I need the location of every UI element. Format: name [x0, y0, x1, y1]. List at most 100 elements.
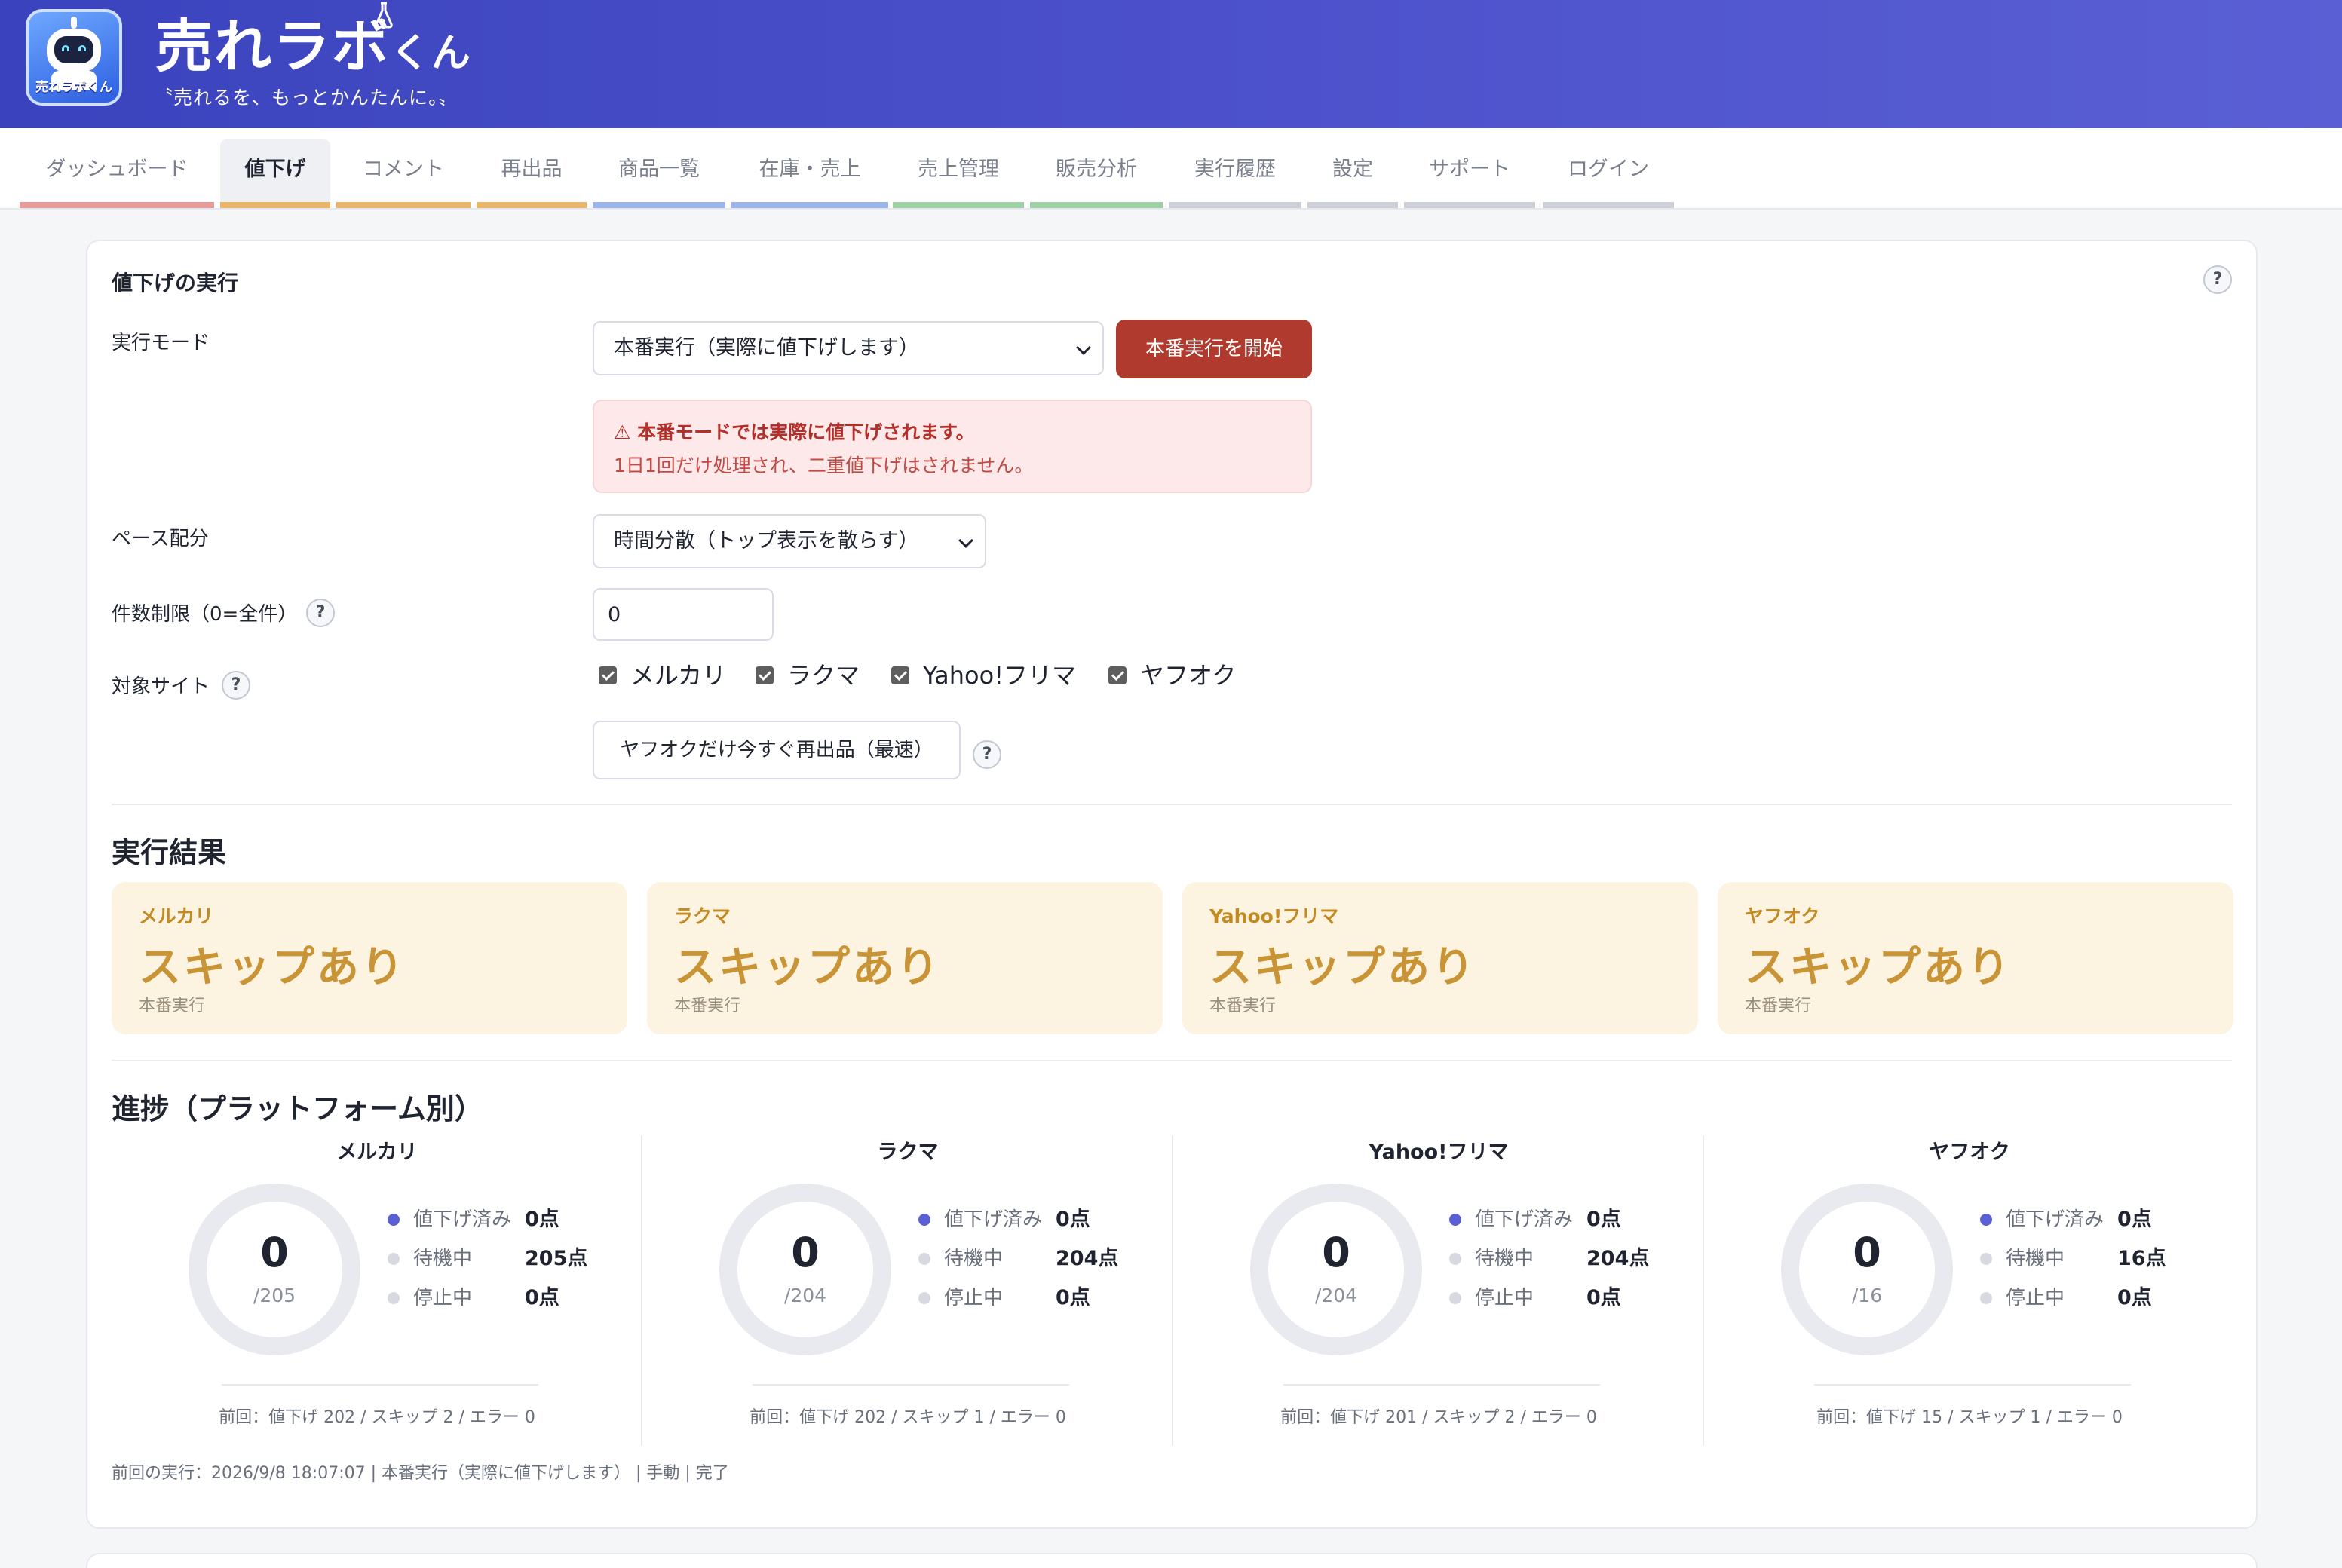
- legend-row-done: 値下げ済み 0点: [1980, 1206, 2206, 1233]
- site-checkbox-label: Yahoo!フリマ: [923, 661, 1077, 690]
- tab-label: 販売分析: [1056, 158, 1137, 181]
- logo-label: 売れラボくん: [35, 80, 112, 95]
- tab-sales-analysis[interactable]: 販売分析: [1030, 139, 1163, 208]
- result-tile-rakuma: ラクマ スキップあり 本番実行: [647, 882, 1163, 1034]
- progress-donut: 0 /204: [1249, 1182, 1424, 1357]
- legend-row-stopped: 停止中 0点: [1449, 1285, 1675, 1312]
- warning-body: 1日1回だけ処理され、二重値下げはされません。: [614, 455, 1034, 476]
- tab-stock-sales[interactable]: 在庫・売上: [731, 139, 888, 208]
- result-mode: 本番実行: [139, 997, 206, 1015]
- site-checkbox-yahoo-auction[interactable]: ヤフオク: [1108, 660, 1244, 691]
- main-tab-bar: ダッシュボード 値下げ コメント 再出品 商品一覧 在庫・売上 売上管理 販売分…: [0, 128, 2342, 210]
- legend-value: 0点: [1586, 1208, 1621, 1231]
- result-platform: ラクマ: [674, 905, 731, 927]
- legend-value: 0点: [1056, 1286, 1090, 1309]
- section-divider: [112, 1060, 2232, 1061]
- tab-label: ダッシュボード: [45, 158, 189, 181]
- card-help-button[interactable]: ?: [2203, 265, 2232, 294]
- legend-value: 0点: [1586, 1286, 1621, 1309]
- progress-total-count: /205: [253, 1285, 296, 1306]
- legend-value: 0点: [2117, 1286, 2152, 1309]
- tab-label: コメント: [363, 158, 444, 181]
- mode-select[interactable]: 本番実行（実際に値下げします）: [593, 321, 1104, 375]
- progress-total-count: /204: [783, 1285, 827, 1306]
- mode-label: 実行モード: [112, 332, 210, 354]
- flask-icon: [375, 2, 393, 29]
- legend-value: 0点: [1056, 1208, 1090, 1231]
- tab-relist[interactable]: 再出品: [477, 139, 587, 208]
- robot-logo-icon[interactable]: 売れラボくん: [26, 9, 122, 106]
- legend-key: 停止中: [1475, 1287, 1534, 1309]
- site-checkbox-mercari[interactable]: メルカリ: [599, 660, 734, 691]
- legend-value: 16点: [2117, 1247, 2166, 1270]
- execute-section-title: 値下げの実行: [112, 271, 239, 296]
- tab-label: 商品一覧: [618, 158, 700, 181]
- app-title: 売れラボくん: [155, 11, 472, 90]
- legend-key: 停止中: [413, 1287, 473, 1309]
- legend-row-stopped: 停止中 0点: [1980, 1285, 2206, 1312]
- progress-column-yahoo-flea: Yahoo!フリマ 0 /204 値下げ済み 0点 待機中 204点 停止中 0点 前…: [1173, 1135, 1704, 1446]
- result-status: スキップあり: [1209, 943, 1476, 992]
- progress-platform-name: ラクマ: [877, 1141, 939, 1164]
- progress-donut: 0 /205: [187, 1182, 362, 1357]
- result-tile-yahoo-flea: Yahoo!フリマ スキップあり 本番実行: [1182, 882, 1698, 1034]
- tab-history[interactable]: 実行履歴: [1169, 139, 1301, 208]
- progress-column-mercari: メルカリ 0 /205 値下げ済み 0点 待機中 205点 停止中 0点 前回：値下げ…: [112, 1135, 642, 1446]
- tab-support[interactable]: サポート: [1404, 139, 1535, 208]
- sites-help-button[interactable]: ?: [222, 671, 250, 700]
- tab-label: 再出品: [501, 158, 563, 181]
- legend-row-stopped: 停止中 0点: [918, 1285, 1145, 1312]
- tab-settings[interactable]: 設定: [1307, 139, 1398, 208]
- tab-price-down[interactable]: 値下げ: [220, 139, 330, 208]
- app-tagline: 〝売れるを、もっとかんたんに。〟: [154, 87, 458, 109]
- result-mode: 本番実行: [1745, 997, 1812, 1015]
- legend-key: 停止中: [944, 1287, 1004, 1309]
- progress-total-count: /204: [1314, 1285, 1358, 1306]
- relist-help-button[interactable]: ?: [973, 740, 1001, 769]
- legend-value: 0点: [525, 1286, 559, 1309]
- start-production-button[interactable]: 本番実行を開始: [1116, 320, 1312, 378]
- checkbox-checked-icon: [599, 666, 617, 684]
- app-header: 売れラボくん 売れラボくん 〝売れるを、もっとかんたんに。〟: [0, 0, 2342, 128]
- chevron-down-icon: [1076, 340, 1091, 355]
- result-platform: ヤフオク: [1745, 905, 1820, 927]
- legend-row-stopped: 停止中 0点: [388, 1285, 614, 1312]
- limit-help-button[interactable]: ?: [306, 599, 335, 627]
- tab-dashboard[interactable]: ダッシュボード: [20, 139, 214, 208]
- previous-result: 前回：値下げ 15 / スキップ 1 / エラー 0: [1816, 1408, 2123, 1427]
- progress-done-count: 0: [1853, 1229, 1881, 1276]
- progress-platform-name: メルカリ: [336, 1141, 418, 1164]
- site-checkbox-label: ラクマ: [787, 661, 860, 690]
- progress-platform-name: Yahoo!フリマ: [1369, 1141, 1509, 1164]
- legend-key: 待機中: [2006, 1248, 2065, 1270]
- tab-item-list[interactable]: 商品一覧: [593, 139, 725, 208]
- site-checkbox-rakuma[interactable]: ラクマ: [756, 660, 869, 691]
- legend-row-waiting: 待機中 16点: [1980, 1245, 2206, 1272]
- tab-login[interactable]: ログイン: [1543, 139, 1674, 208]
- legend-key: 値下げ済み: [944, 1208, 1043, 1231]
- tab-comment[interactable]: コメント: [336, 139, 471, 208]
- app-title-main: 売れラボ: [155, 13, 391, 80]
- result-mode: 本番実行: [1209, 997, 1277, 1015]
- result-status: スキップあり: [139, 943, 406, 992]
- pace-select-value: 時間分散（トップ表示を散らす）: [614, 529, 919, 553]
- tab-label: 値下げ: [244, 158, 306, 181]
- pace-select[interactable]: 時間分散（トップ表示を散らす）: [593, 514, 986, 568]
- limit-label: 件数制限（0=全件）: [112, 603, 298, 626]
- tab-sales-management[interactable]: 売上管理: [893, 139, 1024, 208]
- progress-total-count: /16: [1851, 1285, 1883, 1306]
- site-checkbox-label: メルカリ: [630, 661, 727, 690]
- sites-label: 対象サイト: [112, 675, 210, 698]
- result-status: スキップあり: [674, 943, 941, 992]
- yahoo-auction-relist-button[interactable]: ヤフオクだけ今すぐ再出品（最速）: [593, 721, 961, 779]
- legend-row-done: 値下げ済み 0点: [1449, 1206, 1675, 1233]
- site-checkbox-yahoo-flea[interactable]: Yahoo!フリマ: [891, 660, 1080, 691]
- progress-done-count: 0: [260, 1229, 289, 1276]
- next-card: [86, 1553, 2258, 1568]
- previous-result: 前回：値下げ 202 / スキップ 2 / エラー 0: [219, 1408, 535, 1427]
- legend-key: 待機中: [413, 1248, 473, 1270]
- progress-done-count: 0: [1322, 1229, 1350, 1276]
- limit-input[interactable]: [593, 588, 774, 641]
- chevron-down-icon: [958, 533, 973, 548]
- result-tile-mercari: メルカリ スキップあり 本番実行: [112, 882, 627, 1034]
